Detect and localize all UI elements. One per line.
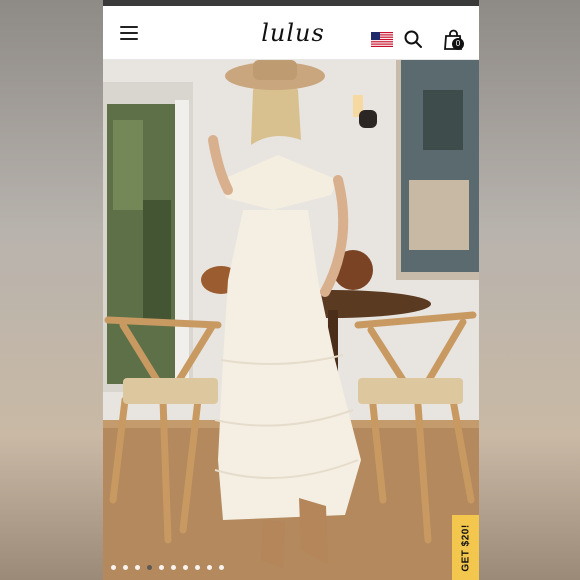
image-carousel-dots [111,565,224,570]
promo-tab[interactable]: GET $20! [452,515,479,580]
carousel-dot[interactable] [135,565,140,570]
backdrop-right [479,0,580,580]
site-header: lulus 0 [103,6,479,60]
cart-count-badge: 0 [452,38,464,50]
search-icon[interactable] [404,30,422,48]
carousel-dot[interactable] [219,565,224,570]
backdrop-left [0,0,103,580]
us-flag-icon[interactable] [371,32,393,47]
carousel-dot[interactable] [171,565,176,570]
carousel-dot-active[interactable] [147,565,152,570]
carousel-dot[interactable] [195,565,200,570]
carousel-dot[interactable] [207,565,212,570]
carousel-dot[interactable] [183,565,188,570]
carousel-dot[interactable] [123,565,128,570]
phone-screen: lulus 0 [103,0,479,580]
menu-icon[interactable] [120,26,138,40]
product-image[interactable] [103,60,479,580]
site-logo[interactable]: lulus [253,18,333,48]
product-photo [103,60,479,580]
carousel-dot[interactable] [111,565,116,570]
carousel-dot[interactable] [159,565,164,570]
promo-label: GET $20! [460,523,471,572]
